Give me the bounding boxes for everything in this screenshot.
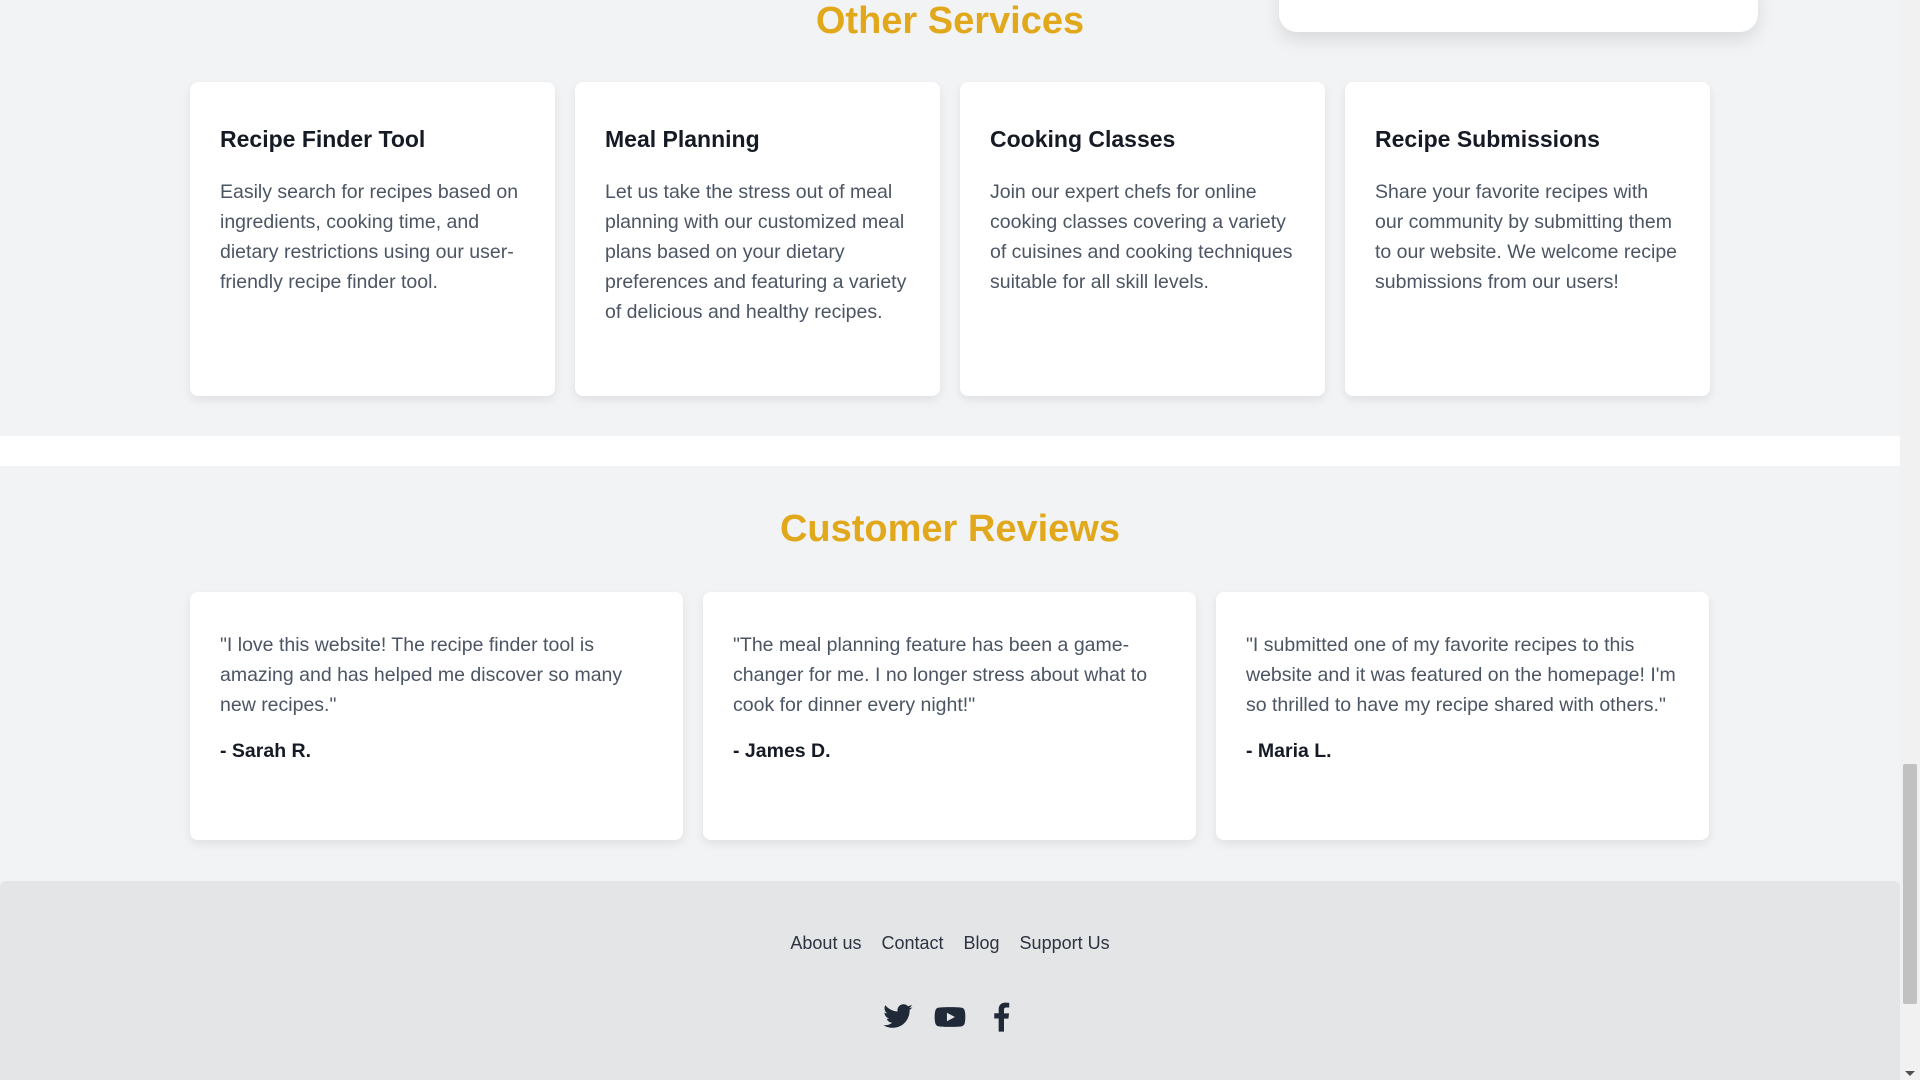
services-title: Other Services bbox=[815, 0, 1085, 42]
service-card-cooking-classes: Cooking Classes Join our expert chefs fo… bbox=[960, 82, 1325, 396]
social-links bbox=[0, 1001, 1900, 1033]
service-card-title: Meal Planning bbox=[605, 126, 760, 152]
reviews-title: Customer Reviews bbox=[779, 508, 1120, 550]
review-author: - Maria L. bbox=[1246, 740, 1332, 762]
review-author: - Sarah R. bbox=[220, 740, 312, 762]
facebook-icon[interactable] bbox=[986, 1001, 1018, 1033]
service-card-title: Cooking Classes bbox=[990, 126, 1176, 152]
scrollbar[interactable] bbox=[1900, 0, 1920, 1080]
scrollbar-thumb[interactable] bbox=[1903, 764, 1917, 1004]
service-card-title: Recipe Submissions bbox=[1375, 126, 1600, 152]
review-quote: "I love this website! The recipe finder … bbox=[220, 634, 623, 716]
review-card: "I submitted one of my favorite recipes … bbox=[1216, 592, 1709, 840]
service-card-recipe-finder: Recipe Finder Tool Easily search for rec… bbox=[190, 82, 555, 396]
footer-link-blog[interactable]: Blog bbox=[964, 933, 1000, 954]
scroll-down-arrow-icon[interactable] bbox=[1905, 1071, 1915, 1076]
review-quote: "I submitted one of my favorite recipes … bbox=[1246, 634, 1676, 716]
youtube-icon[interactable] bbox=[934, 1001, 966, 1033]
footer-link-support[interactable]: Support Us bbox=[1020, 933, 1110, 954]
service-card-text: Easily search for recipes based on ingre… bbox=[220, 181, 519, 293]
footer-link-about[interactable]: About us bbox=[790, 933, 861, 954]
service-card-title: Recipe Finder Tool bbox=[220, 126, 426, 152]
page: Other Services Recipe Finder Tool Easily… bbox=[0, 0, 1900, 1080]
review-card: "The meal planning feature has been a ga… bbox=[703, 592, 1196, 840]
service-card-meal-planning: Meal Planning Let us take the stress out… bbox=[575, 82, 940, 396]
review-quote: "The meal planning feature has been a ga… bbox=[733, 634, 1148, 716]
footer-nav: About us Contact Blog Support Us bbox=[0, 933, 1900, 954]
footer-link-contact[interactable]: Contact bbox=[881, 933, 943, 954]
service-card-text: Join our expert chefs for online cooking… bbox=[990, 181, 1293, 293]
review-card: "I love this website! The recipe finder … bbox=[190, 592, 683, 840]
footer: About us Contact Blog Support Us bbox=[0, 881, 1900, 1080]
twitter-icon[interactable] bbox=[882, 1001, 914, 1033]
service-card-text: Share your favorite recipes with our com… bbox=[1375, 181, 1678, 293]
section-divider bbox=[0, 436, 1900, 466]
review-author: - James D. bbox=[733, 740, 831, 762]
service-card-text: Let us take the stress out of meal plann… bbox=[605, 181, 907, 323]
service-card-recipe-submissions: Recipe Submissions Share your favorite r… bbox=[1345, 82, 1710, 396]
